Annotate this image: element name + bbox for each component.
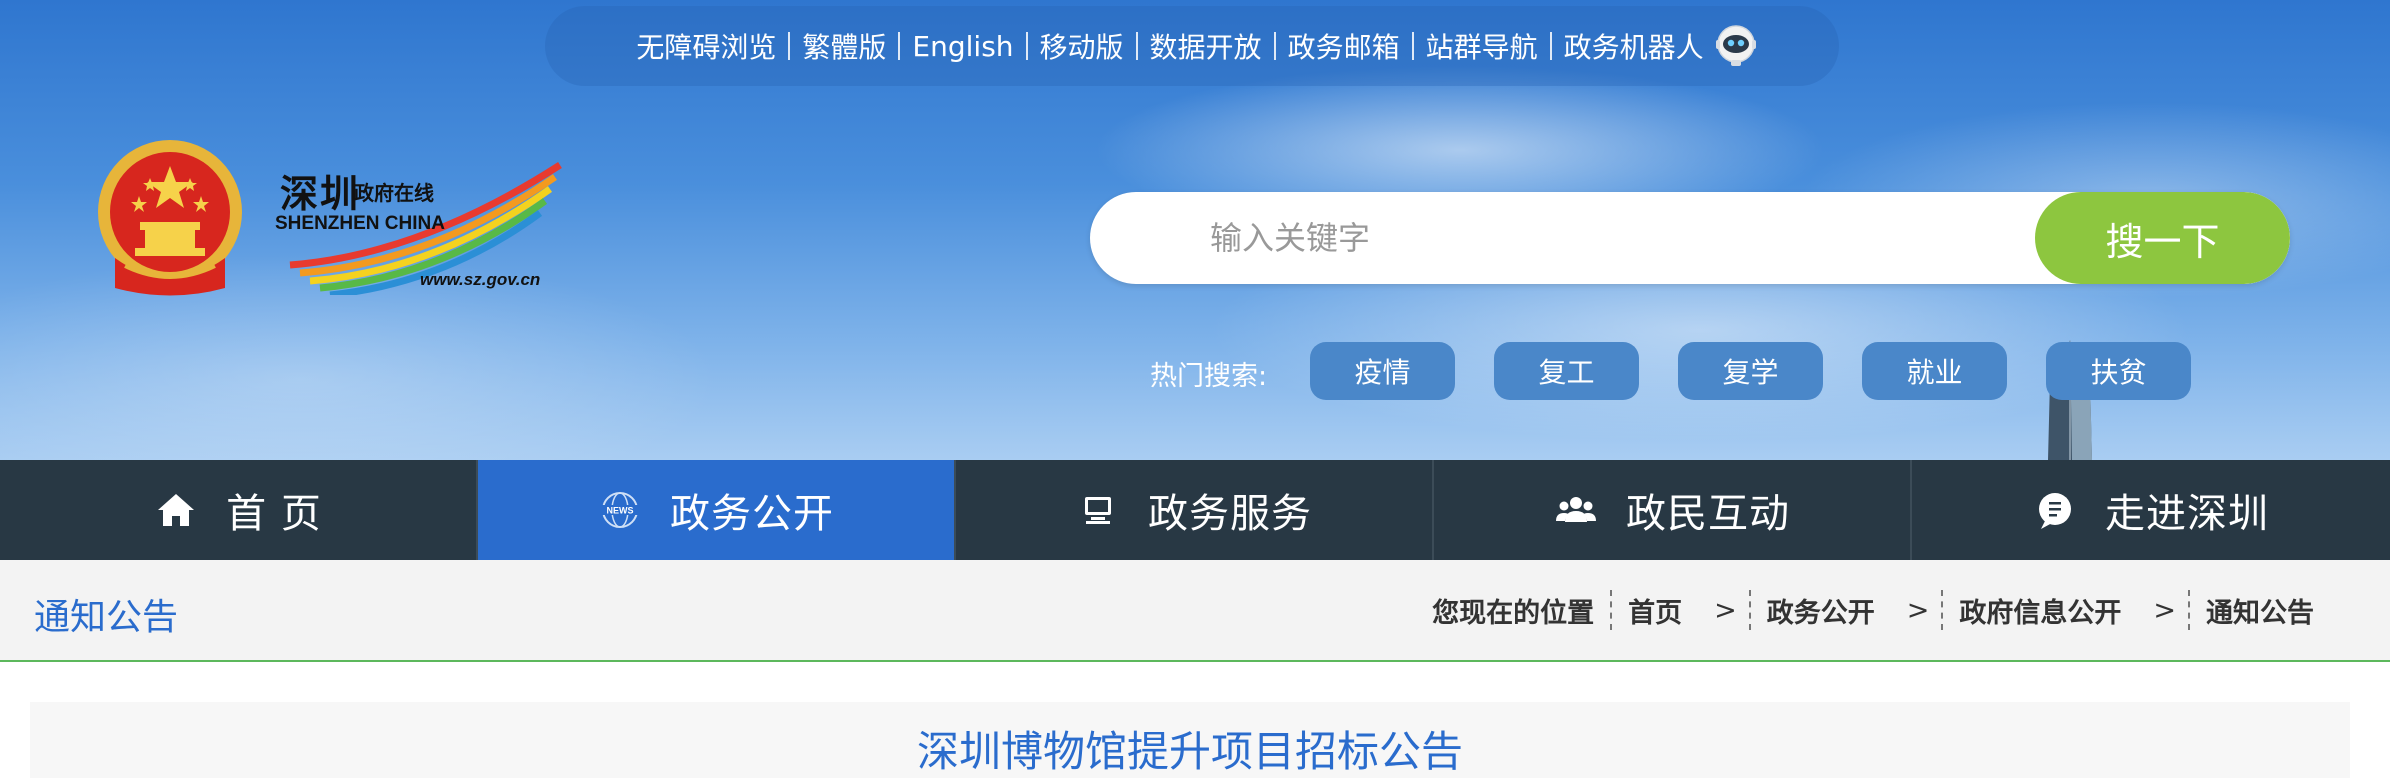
nav-home[interactable]: 首 页 — [0, 460, 478, 560]
search-button[interactable]: 搜一下 — [2035, 192, 2290, 284]
hot-search-label: 热门搜索: — [1150, 361, 1268, 392]
breadcrumb-item-gov-info-public[interactable]: 政府信息公开 — [1943, 591, 2137, 630]
breadcrumb-arrow-icon: > — [1906, 594, 1930, 626]
hot-search-tag[interactable]: 就业 — [1862, 342, 2007, 400]
logo-english-name: SHENZHEN CHINA — [275, 213, 445, 234]
nav-gov-citizen-interaction[interactable]: 政民互动 — [1434, 460, 1912, 560]
breadcrumb-item-gov-affairs-public[interactable]: 政务公开 — [1751, 591, 1891, 630]
breadcrumb-item-home[interactable]: 首页 — [1612, 591, 1698, 630]
breadcrumb-arrow-icon: > — [2153, 594, 2176, 626]
nav-label: 政务公开 — [670, 491, 834, 537]
national-emblem-icon — [98, 140, 242, 296]
top-utility-links: 无障碍浏览 繁體版 English 移动版 数据开放 政务邮箱 站群导航 政务机… — [545, 6, 1839, 86]
nav-into-shenzhen[interactable]: 走进深圳 — [1912, 460, 2390, 560]
nav-label: 首 页 — [226, 491, 322, 537]
search-box: 搜一下 — [1090, 192, 2290, 284]
article-header: 深圳博物馆提升项目招标公告 — [30, 702, 2350, 778]
link-gov-robot[interactable]: 政务机器人 — [1552, 26, 1708, 66]
main-nav: 首 页 NEWS 政务公开 政务服务 政民互动 走进深圳 — [0, 460, 2390, 560]
hot-search-tag[interactable]: 复学 — [1678, 342, 1823, 400]
article-title: 深圳博物馆提升项目招标公告 — [916, 727, 1463, 776]
hot-search-tag[interactable]: 复工 — [1494, 342, 1639, 400]
breadcrumb-arrow-icon: > — [1714, 594, 1737, 626]
logo-subtitle: 政府在线 — [354, 181, 434, 205]
link-mobile[interactable]: 移动版 — [1028, 26, 1136, 66]
section-title: 通知公告 — [34, 597, 179, 638]
link-open-data[interactable]: 数据开放 — [1138, 26, 1274, 66]
nav-gov-services[interactable]: 政务服务 — [956, 460, 1434, 560]
svg-text:NEWS: NEWS — [607, 506, 634, 516]
people-icon — [1556, 497, 1596, 522]
link-site-navigation[interactable]: 站群导航 — [1414, 26, 1550, 66]
site-logo[interactable]: 深圳 政府在线 SHENZHEN CHINA www.sz.gov.cn — [270, 155, 570, 295]
search-input[interactable] — [1090, 192, 2030, 284]
breadcrumb-bar: 通知公告 您现在的位置 首页 > 政务公开 > 政府信息公开 > 通知公告 — [0, 560, 2390, 662]
robot-icon[interactable] — [1712, 22, 1760, 70]
link-accessibility[interactable]: 无障碍浏览 — [624, 26, 788, 66]
link-gov-mail[interactable]: 政务邮箱 — [1276, 26, 1412, 66]
breadcrumb-item-notices[interactable]: 通知公告 — [2190, 591, 2330, 630]
chat-bubble-icon — [2039, 493, 2071, 529]
link-traditional-chinese[interactable]: 繁體版 — [790, 26, 898, 66]
link-english[interactable]: English — [900, 30, 1025, 63]
nav-label: 走进深圳 — [2105, 491, 2269, 537]
hot-search-tag[interactable]: 扶贫 — [2046, 342, 2191, 400]
nav-gov-affairs-public[interactable]: NEWS 政务公开 — [478, 460, 956, 560]
breadcrumb-prefix: 您现在的位置 — [1432, 597, 1595, 629]
site-header: 无障碍浏览 繁體版 English 移动版 数据开放 政务邮箱 站群导航 政务机… — [0, 0, 2390, 460]
hot-search-tag[interactable]: 疫情 — [1310, 342, 1455, 400]
breadcrumb: 您现在的位置 首页 > 政务公开 > 政府信息公开 > 通知公告 — [1416, 560, 2330, 660]
nav-label: 政民互动 — [1626, 491, 1790, 537]
news-icon: NEWS — [598, 492, 642, 528]
logo-url: www.sz.gov.cn — [420, 270, 541, 289]
logo-city-name: 深圳 — [280, 171, 361, 216]
computer-icon — [1085, 497, 1111, 524]
home-icon — [158, 494, 195, 526]
nav-label: 政务服务 — [1148, 491, 1312, 537]
